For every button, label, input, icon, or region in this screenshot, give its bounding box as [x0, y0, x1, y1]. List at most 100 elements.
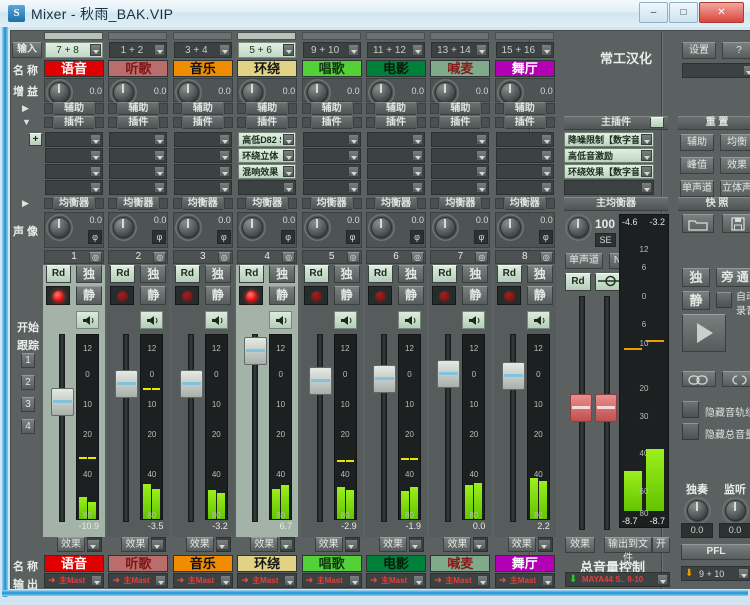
- channel-plugin-header[interactable]: 插件: [311, 116, 352, 129]
- channel-eq-header[interactable]: 均衡器: [311, 197, 352, 210]
- channel-name-label-bottom[interactable]: 电影: [366, 555, 426, 572]
- channel-gain-knob[interactable]: [49, 82, 70, 103]
- channel-record-arm-icon[interactable]: ◎: [89, 252, 102, 263]
- output-to-file-on-button[interactable]: 开: [652, 537, 670, 553]
- channel-top-box[interactable]: [108, 32, 168, 40]
- channel-eq-left-box[interactable]: [366, 198, 375, 209]
- channel-plugin-right-box[interactable]: [352, 117, 362, 128]
- close-button[interactable]: ✕: [699, 2, 744, 23]
- channel-fx-select[interactable]: [87, 537, 102, 552]
- channel-name-label-bottom[interactable]: 音乐: [172, 555, 233, 572]
- channel-aux-right-box[interactable]: [352, 103, 362, 114]
- channel-mute-button[interactable]: 静: [269, 286, 296, 305]
- chevron-down-icon[interactable]: [347, 134, 359, 145]
- track-button-3[interactable]: 3: [21, 397, 35, 412]
- chevron-down-icon[interactable]: [347, 182, 359, 193]
- channel-pan-knob[interactable]: [499, 217, 521, 238]
- help-button[interactable]: ?: [722, 42, 750, 59]
- channel-mute-button[interactable]: 静: [204, 286, 231, 305]
- channel-eq-left-box[interactable]: [172, 198, 182, 209]
- channel-monitor-button[interactable]: [269, 311, 293, 329]
- channel-name-label[interactable]: 舞厅: [494, 60, 555, 77]
- channel-name-label-bottom[interactable]: 语音: [44, 555, 104, 572]
- master-plugin-enable[interactable]: [650, 117, 664, 128]
- monitor-output-select[interactable]: ⬇ 9 + 10: [681, 566, 750, 581]
- chevron-down-icon[interactable]: [219, 575, 231, 586]
- channel-fx-select[interactable]: [344, 537, 360, 552]
- channel-plugin-slot-1[interactable]: [45, 132, 103, 147]
- channel-mute-button[interactable]: 静: [398, 286, 424, 305]
- channel-plugin-slot-3[interactable]: [302, 164, 361, 179]
- channel-fader-handle[interactable]: [244, 337, 268, 365]
- channel-monitor-button[interactable]: [204, 311, 228, 329]
- channel-monitor-button[interactable]: [526, 311, 550, 329]
- channel-top-box[interactable]: [44, 32, 103, 40]
- channel-fader-track[interactable]: [123, 334, 130, 522]
- channel-plugin-left-box[interactable]: [366, 117, 375, 128]
- channel-record-arm-icon[interactable]: ◎: [217, 252, 231, 263]
- channel-aux-header[interactable]: 辅助: [247, 102, 288, 115]
- channel-eq-right-box[interactable]: [352, 198, 362, 209]
- channel-fader-track[interactable]: [381, 334, 387, 522]
- solo-knob[interactable]: [687, 500, 708, 521]
- track-button-2[interactable]: 2: [21, 375, 35, 390]
- channel-plugin-slot-4[interactable]: [367, 180, 425, 195]
- channel-input-select[interactable]: 7 + 8: [45, 42, 103, 58]
- channel-solo-button[interactable]: 独: [76, 265, 102, 283]
- input-row-label[interactable]: 输入: [12, 42, 42, 58]
- auto-record-checkbox[interactable]: [716, 292, 732, 308]
- reset-peak-button[interactable]: 峰值: [680, 157, 714, 174]
- channel-aux-right-box[interactable]: [545, 103, 555, 114]
- channel-mute-button[interactable]: 静: [526, 286, 553, 305]
- chevron-down-icon[interactable]: [641, 150, 652, 161]
- channel-aux-right-box[interactable]: [481, 103, 491, 114]
- channel-record-led[interactable]: [432, 286, 457, 305]
- channel-record-arm-icon[interactable]: ◎: [153, 252, 167, 263]
- channel-aux-left-box[interactable]: [172, 103, 182, 114]
- chevron-down-icon[interactable]: [540, 166, 552, 177]
- channel-eq-left-box[interactable]: [108, 198, 118, 209]
- chevron-down-icon[interactable]: [738, 568, 749, 579]
- channel-plugin-slot-1[interactable]: [302, 132, 361, 147]
- chevron-down-icon[interactable]: [87, 539, 100, 550]
- chevron-down-icon[interactable]: [541, 575, 553, 586]
- channel-fx-button[interactable]: 效果: [250, 537, 279, 552]
- channel-eq-left-box[interactable]: [301, 198, 311, 209]
- channel-phase-button[interactable]: φ: [538, 230, 553, 244]
- channel-record-arm-icon[interactable]: ◎: [411, 252, 424, 263]
- channel-plugin-slot-4[interactable]: [45, 180, 103, 195]
- channel-fx-button[interactable]: 效果: [507, 537, 536, 552]
- channel-record-led[interactable]: [110, 286, 135, 305]
- channel-plugin-header[interactable]: 插件: [182, 116, 223, 129]
- channel-mute-button[interactable]: 静: [76, 286, 102, 305]
- preset-select[interactable]: [682, 63, 750, 78]
- channel-fx-button[interactable]: 效果: [443, 537, 472, 552]
- reset-fx-button[interactable]: 效果: [720, 157, 750, 174]
- channel-plugin-slot-2[interactable]: [173, 148, 232, 163]
- channel-aux-left-box[interactable]: [44, 103, 53, 114]
- chevron-down-icon[interactable]: [218, 44, 230, 56]
- channel-fx-select[interactable]: [151, 537, 167, 552]
- channel-plugin-slot-1[interactable]: [367, 132, 425, 147]
- channel-eq-left-box[interactable]: [237, 198, 247, 209]
- channel-input-select[interactable]: 15 + 16: [495, 42, 554, 58]
- channel-plugin-slot-2[interactable]: 环绕立体: [238, 148, 297, 163]
- link-channels-button[interactable]: [682, 371, 716, 387]
- chevron-down-icon[interactable]: [154, 150, 166, 161]
- channel-eq-right-box[interactable]: [288, 198, 298, 209]
- channel-fx-select[interactable]: [215, 537, 231, 552]
- chevron-down-icon[interactable]: [540, 182, 552, 193]
- hide-track-group-checkbox[interactable]: [682, 401, 699, 418]
- aux-expand-toggle[interactable]: ▶: [22, 103, 29, 114]
- reset-mono-button[interactable]: 单声道: [680, 180, 714, 197]
- channel-record-led[interactable]: [303, 286, 328, 305]
- channel-eq-left-box[interactable]: [430, 198, 440, 209]
- channel-aux-right-box[interactable]: [95, 103, 104, 114]
- channel-eq-header[interactable]: 均衡器: [182, 197, 223, 210]
- channel-output-select[interactable]: ➜ 主Mast: [366, 573, 426, 588]
- channel-plugin-header[interactable]: 插件: [504, 116, 545, 129]
- chevron-down-icon[interactable]: [537, 539, 551, 550]
- minimize-button[interactable]: –: [639, 2, 668, 23]
- channel-monitor-button[interactable]: [140, 311, 164, 329]
- channel-plugin-slot-1[interactable]: [173, 132, 232, 147]
